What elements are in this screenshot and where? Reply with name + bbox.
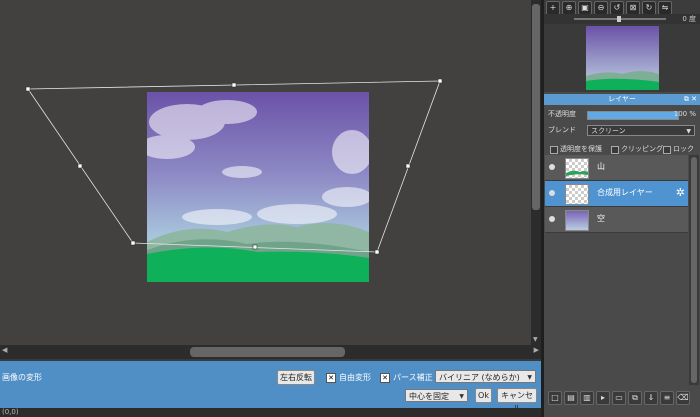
navigator-toolbar: + ⊕ ▣ ⊖ ↺ ⊠ ↻ ⇋ bbox=[544, 0, 700, 15]
chevron-down-icon: ▼ bbox=[527, 374, 532, 381]
rotate-left-icon[interactable]: ↺ bbox=[610, 1, 624, 15]
opacity-value: 100 % bbox=[673, 110, 696, 118]
free-transform-check-icon[interactable]: ✕ bbox=[326, 372, 336, 383]
rotation-value: 0 度 bbox=[682, 15, 696, 23]
reset-view-icon[interactable]: ⊠ bbox=[626, 1, 640, 15]
gear-icon[interactable]: ✲ bbox=[676, 186, 685, 199]
close-icon[interactable]: ✕ bbox=[691, 95, 697, 103]
layer-thumbnail bbox=[565, 184, 589, 205]
free-transform-label: 自由変形 bbox=[339, 373, 371, 382]
chevron-down-icon: ▼ bbox=[686, 128, 691, 135]
new-folder-layer-icon[interactable]: ▥ bbox=[580, 391, 594, 405]
canvas-area[interactable] bbox=[0, 0, 531, 345]
layer-row-composite[interactable]: 合成用レイヤー ✲ bbox=[545, 181, 688, 207]
scroll-left-icon[interactable]: ◀ bbox=[2, 346, 7, 354]
layer-options-row: 透明度を保護 クリッピング ロック bbox=[544, 140, 700, 154]
zoom-in-icon[interactable]: + bbox=[546, 1, 560, 15]
clipping-box[interactable] bbox=[611, 145, 619, 154]
layers-scroll-thumb[interactable] bbox=[691, 157, 697, 383]
eye-icon[interactable] bbox=[549, 216, 555, 222]
perspective-label: パース補正 bbox=[393, 373, 433, 382]
eye-icon[interactable] bbox=[549, 190, 555, 196]
layer-thumbnail bbox=[565, 210, 589, 231]
interpolation-value: バイリニア (なめらか) bbox=[439, 373, 520, 382]
blend-row: ブレンド スクリーン ▼ bbox=[544, 124, 700, 137]
zoom-in-alt-icon[interactable]: ⊕ bbox=[562, 1, 576, 15]
duplicate-layer-icon[interactable]: ⧉ bbox=[628, 391, 642, 405]
layers-scrollbar[interactable] bbox=[689, 155, 699, 385]
lock-box[interactable] bbox=[663, 145, 671, 154]
perspective-check-icon[interactable]: ✕ bbox=[380, 372, 390, 383]
new-layer-alt-icon[interactable]: ▤ bbox=[564, 391, 578, 405]
chevron-down-icon: ▼ bbox=[459, 393, 464, 400]
navigator-preview[interactable] bbox=[544, 24, 700, 92]
layers-toolbar: □ ▤ ▥ ▸ ▭ ⧉ ⇓ ≡ ⌫ bbox=[544, 388, 700, 406]
rotation-row: 0 度 bbox=[544, 14, 700, 24]
eye-icon[interactable] bbox=[549, 164, 555, 170]
scroll-right-icon[interactable]: ▶ bbox=[534, 346, 539, 354]
vertical-scroll-thumb[interactable] bbox=[532, 4, 540, 210]
layer-name: 合成用レイヤー bbox=[597, 188, 653, 197]
flip-view-icon[interactable]: ⇋ bbox=[658, 1, 672, 15]
layer-name: 空 bbox=[597, 214, 605, 223]
anchor-select[interactable]: 中心を固定 ▼ bbox=[405, 389, 468, 402]
delete-layer-icon[interactable]: ⌫ bbox=[676, 391, 690, 405]
layers-panel-header: レイヤー ⧉ ✕ bbox=[544, 94, 700, 105]
right-panel: + ⊕ ▣ ⊖ ↺ ⊠ ↻ ⇋ 0 度 レイヤー ⧉ ✕ 不透明度 100 % … bbox=[544, 0, 700, 417]
layers-list: 山 合成用レイヤー ✲ 空 bbox=[545, 155, 688, 233]
status-bar: (0,0) bbox=[0, 408, 543, 417]
merge-down-icon[interactable]: ⇓ bbox=[644, 391, 658, 405]
blend-mode-select[interactable]: スクリーン ▼ bbox=[587, 125, 695, 136]
perspective-checkbox[interactable]: ✕ パース補正 bbox=[380, 372, 433, 383]
rotate-right-icon[interactable]: ↻ bbox=[642, 1, 656, 15]
opacity-label: 不透明度 bbox=[548, 110, 576, 118]
scroll-down-icon[interactable]: ▼ bbox=[533, 336, 538, 343]
layer-row-mountain[interactable]: 山 bbox=[545, 155, 688, 181]
layer-thumbnail bbox=[565, 158, 589, 179]
horizontal-scroll-thumb[interactable] bbox=[190, 347, 345, 357]
free-transform-checkbox[interactable]: ✕ 自由変形 bbox=[326, 372, 371, 383]
layers-panel-title: レイヤー bbox=[608, 95, 636, 103]
opacity-row: 不透明度 100 % bbox=[544, 108, 700, 121]
layer-options-icon[interactable]: ≡ bbox=[660, 391, 674, 405]
perspective-transform-handles[interactable] bbox=[0, 0, 531, 345]
canvas-horizontal-scrollbar[interactable]: ◀ ▶ bbox=[0, 345, 541, 359]
undock-icon[interactable]: ⧉ bbox=[684, 95, 689, 103]
navigator-thumbnail bbox=[586, 26, 659, 90]
rotation-slider-handle[interactable] bbox=[617, 16, 621, 22]
layer-menu-icon[interactable]: ▸ bbox=[596, 391, 610, 405]
layer-row-sky[interactable]: 空 bbox=[545, 207, 688, 233]
folder-icon[interactable]: ▭ bbox=[612, 391, 626, 405]
transform-title: 画像の変形 bbox=[2, 373, 42, 382]
anchor-value: 中心を固定 bbox=[409, 392, 449, 401]
blend-label: ブレンド bbox=[548, 126, 576, 134]
fit-screen-icon[interactable]: ▣ bbox=[578, 1, 592, 15]
opacity-slider[interactable] bbox=[587, 111, 679, 120]
blend-mode-value: スクリーン bbox=[591, 127, 626, 135]
new-layer-icon[interactable]: □ bbox=[548, 391, 562, 405]
app-window: ▼ ◀ ▶ 画像の変形 左右反転 ✕ 自由変形 ✕ パース補正 バイリニア (な… bbox=[0, 0, 700, 417]
cancel-button[interactable]: キャンセル bbox=[497, 388, 537, 413]
flip-horizontal-button[interactable]: 左右反転 bbox=[277, 370, 315, 385]
ok-button[interactable]: Ok bbox=[475, 388, 492, 403]
canvas-vertical-scrollbar[interactable]: ▼ bbox=[531, 0, 541, 345]
protect-alpha-box[interactable] bbox=[550, 145, 558, 154]
zoom-out-icon[interactable]: ⊖ bbox=[594, 1, 608, 15]
transform-toolbar: 画像の変形 左右反転 ✕ 自由変形 ✕ パース補正 バイリニア (なめらか) ▼… bbox=[0, 361, 541, 413]
layer-name: 山 bbox=[597, 162, 605, 171]
interpolation-select[interactable]: バイリニア (なめらか) ▼ bbox=[435, 370, 536, 383]
